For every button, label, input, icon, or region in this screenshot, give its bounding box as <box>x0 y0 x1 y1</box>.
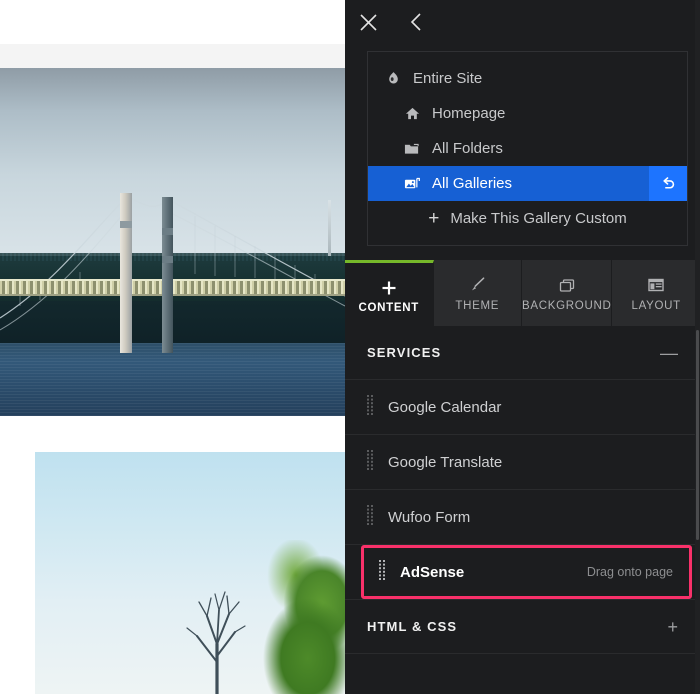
drag-handle-icon[interactable] <box>367 505 374 529</box>
tab-label: THEME <box>455 300 500 312</box>
preview-gap <box>0 416 345 452</box>
list-item[interactable]: Wufoo Form <box>345 490 700 545</box>
list-item[interactable]: Google Translate <box>345 435 700 490</box>
tower-crossbeam-1 <box>120 221 132 229</box>
section-title: HTML & CSS <box>367 619 458 634</box>
panel-tabs: CONTENT THEME BACKGROUND LAYOUT <box>345 260 700 326</box>
globe-icon <box>382 71 404 86</box>
chevron-left-icon[interactable] <box>401 7 431 37</box>
panel-header <box>345 0 700 44</box>
drag-handle-icon[interactable] <box>379 560 386 584</box>
list-item[interactable]: Google Calendar <box>345 380 700 435</box>
tab-layout[interactable]: LAYOUT <box>612 260 700 326</box>
preview-sub-whitespace <box>0 44 345 68</box>
bridge-tower-far <box>162 196 173 354</box>
close-icon[interactable] <box>353 7 383 37</box>
list-item-adsense[interactable]: AdSense Drag onto page <box>361 545 692 599</box>
nav-item-all-galleries[interactable]: All Galleries <box>368 166 687 201</box>
nav-item-homepage[interactable]: Homepage <box>368 96 687 131</box>
bare-tree <box>186 591 246 694</box>
make-gallery-custom-label: Make This Gallery Custom <box>450 210 627 227</box>
tab-label: LAYOUT <box>631 300 681 312</box>
drag-hint-label: Drag onto page <box>586 565 673 579</box>
plus-icon <box>381 276 397 296</box>
panel-scrollbar-thumb[interactable] <box>696 330 699 540</box>
plus-icon[interactable]: + <box>667 618 678 636</box>
nav-item-label: Homepage <box>432 105 506 122</box>
nav-item-label: All Galleries <box>432 175 513 192</box>
panel-scrollbar-track[interactable] <box>695 0 700 694</box>
make-gallery-custom-button[interactable]: + Make This Gallery Custom <box>368 201 687 236</box>
layout-icon <box>647 274 665 294</box>
nav-item-label: Entire Site <box>413 70 483 87</box>
minus-icon[interactable]: — <box>660 344 678 362</box>
tower-crossbeam-2 <box>162 228 173 236</box>
tower-crossbeam-3 <box>162 255 173 263</box>
bridge-tower-near <box>120 193 132 354</box>
undo-icon[interactable] <box>649 166 687 201</box>
section-title: SERVICES <box>367 345 442 360</box>
list-item-label: Wufoo Form <box>388 508 471 526</box>
tab-theme[interactable]: THEME <box>433 260 523 326</box>
tab-background[interactable]: BACKGROUND <box>522 260 613 326</box>
section-header-html-css[interactable]: HTML & CSS + <box>345 599 700 654</box>
plus-icon: + <box>428 208 440 229</box>
list-item-label: AdSense <box>400 563 465 581</box>
editor-window: Entire Site Homepage All Folders All Gal… <box>0 0 700 694</box>
sky-tree-photo[interactable] <box>35 452 345 694</box>
scope-selector: Entire Site Homepage All Folders All Gal… <box>367 51 688 246</box>
tab-label: CONTENT <box>358 301 419 314</box>
tab-content[interactable]: CONTENT <box>345 260 434 326</box>
services-list: Google Calendar Google Translate Wufoo F… <box>345 380 700 599</box>
brush-icon <box>467 274 487 294</box>
list-item-label: Google Calendar <box>388 398 502 416</box>
folder-icon <box>401 141 423 156</box>
drag-handle-icon[interactable] <box>367 395 374 419</box>
radio-mast <box>328 200 331 256</box>
windows-icon <box>557 274 577 294</box>
tab-label: BACKGROUND <box>522 300 612 312</box>
editor-panel: Entire Site Homepage All Folders All Gal… <box>345 0 700 694</box>
site-preview-area[interactable] <box>0 0 345 694</box>
section-header-services[interactable]: SERVICES — <box>345 326 700 380</box>
nav-item-all-folders[interactable]: All Folders <box>368 131 687 166</box>
nav-item-entire-site[interactable]: Entire Site <box>368 61 687 96</box>
preview-top-whitespace <box>0 0 345 44</box>
bridge-photo[interactable] <box>0 68 345 416</box>
gallery-icon <box>401 176 423 191</box>
home-icon <box>401 106 423 121</box>
drag-handle-icon[interactable] <box>367 450 374 474</box>
nav-item-label: All Folders <box>432 140 503 157</box>
list-item-label: Google Translate <box>388 453 503 471</box>
